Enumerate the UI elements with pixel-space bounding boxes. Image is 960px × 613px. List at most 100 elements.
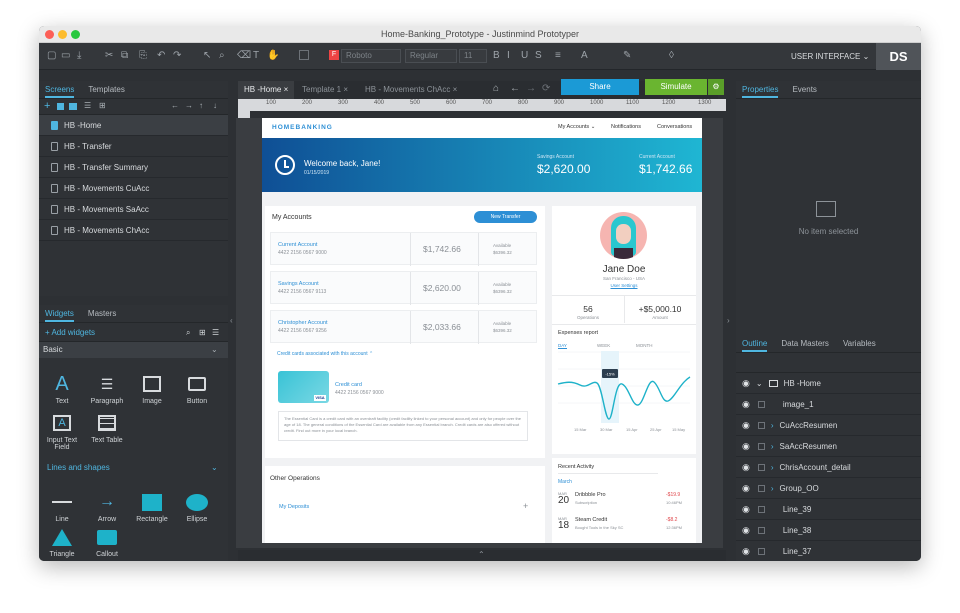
underline-icon[interactable]: U [521,50,528,62]
doc-tab-movements[interactable]: HB - Movements ChAcc × [363,81,463,99]
widget-line[interactable]: Line [42,491,82,523]
period-week-tab[interactable]: WEEK [597,343,610,348]
account-row[interactable]: Current Account 4422 2156 0567 9000 $1,7… [270,232,537,266]
tab-properties[interactable]: Properties [742,81,779,98]
eraser-icon[interactable]: ⌫ [237,50,251,62]
text-icon[interactable]: T [253,50,259,62]
outline-item[interactable]: ◉ › ChrisAccount_detail [736,457,921,478]
tab-variables[interactable]: Variables [843,335,876,352]
home-icon[interactable]: ⌂ [493,83,499,94]
widget-text[interactable]: A Text [42,373,82,406]
lock-checkbox[interactable] [757,484,765,492]
folder-icon[interactable] [69,103,77,110]
add-widgets-button[interactable]: + Add widgets [45,328,95,337]
font-size-select[interactable]: 11 [459,49,487,63]
lock-checkbox[interactable] [757,442,765,450]
account-row[interactable]: Savings Account 4422 2156 0567 9113 $2,6… [270,271,537,305]
user-avatar[interactable]: DS [876,43,921,70]
lock-checkbox[interactable] [757,547,765,555]
outline-item[interactable]: ◉ ⌄ HB -Home [736,373,921,394]
lock-checkbox[interactable] [757,421,765,429]
tab-screens[interactable]: Screens [45,81,75,98]
chevron-right-icon[interactable]: › [771,457,774,478]
widget-paragraph[interactable]: ☰ Paragraph [87,373,127,406]
font-weight-select[interactable]: Regular [405,49,457,63]
font-family-select[interactable]: Roboto [341,49,401,63]
new-transfer-button[interactable]: New Transfer [474,211,537,223]
refresh-icon[interactable]: ⟳ [542,83,550,94]
chevron-up-icon[interactable]: ⌃ [478,550,485,559]
grid-view-icon[interactable]: ⊞ [199,323,206,342]
italic-icon[interactable]: I [507,50,510,62]
tab-outline[interactable]: Outline [742,335,768,352]
eye-icon[interactable]: ◉ [742,499,750,520]
screen-item[interactable]: HB - Movements CuAcc [39,178,228,199]
bold-icon[interactable]: B [493,50,500,62]
tab-data-masters[interactable]: Data Masters [781,335,829,352]
my-deposits-link[interactable]: My Deposits [279,504,309,510]
widget-triangle[interactable]: Triangle [42,526,82,558]
back-icon[interactable]: ← [510,83,520,94]
widget-ellipse[interactable]: Ellipse [177,491,217,523]
opacity-icon[interactable]: ◊ [669,50,674,62]
undo-icon[interactable]: ↶ [157,50,165,62]
strike-icon[interactable]: S [535,50,542,62]
eye-icon[interactable]: ◉ [742,436,750,457]
lock-checkbox[interactable] [757,400,765,408]
eye-icon[interactable]: ◉ [742,394,750,415]
cut-icon[interactable]: ✂ [105,50,113,62]
eye-icon[interactable]: ◉ [742,415,750,436]
outline-item[interactable]: ◉ Line_37 [736,541,921,561]
add-screen-icon[interactable]: + [44,100,50,112]
copy-icon[interactable]: ⧉ [121,50,128,62]
simulate-button[interactable]: Simulate [645,79,707,95]
lock-checkbox[interactable] [757,463,765,471]
screen-item[interactable]: HB -Home [39,115,228,136]
arrow-left-icon[interactable]: ← [171,101,179,110]
widget-image[interactable]: Image [132,373,172,405]
pen-icon[interactable]: ✎ [623,50,631,62]
expand-plus-icon[interactable]: + [523,501,528,511]
collapse-left-icon[interactable]: ‹ [230,316,233,325]
close-window-button[interactable] [45,30,54,39]
mode-select[interactable]: USER INTERFACE ⌄ [791,43,871,70]
list-view-icon[interactable]: ☰ [212,323,219,342]
open-folder-icon[interactable]: ▭ [61,50,70,62]
share-button[interactable]: Share [561,79,639,95]
widget-button[interactable]: Button [177,373,217,405]
eye-icon[interactable]: ◉ [742,457,750,478]
nav-my-accounts[interactable]: My Accounts ⌄ [558,124,595,130]
tab-masters[interactable]: Masters [88,305,116,322]
outline-item[interactable]: ◉ image_1 [736,394,921,415]
collapse-right-icon[interactable]: › [727,316,730,325]
arrow-right-icon[interactable]: → [185,101,193,110]
outline-item[interactable]: ◉ Line_38 [736,520,921,541]
zoom-icon[interactable]: ⌕ [219,50,225,62]
nav-notifications[interactable]: Notifications [611,124,641,130]
paste-icon[interactable]: ⎘ [139,50,147,62]
group-basic[interactable]: Basic ⌄ [39,342,228,358]
tab-templates[interactable]: Templates [88,81,124,98]
lock-checkbox[interactable] [757,505,765,513]
eye-icon[interactable]: ◉ [742,520,750,541]
search-icon[interactable]: ⌕ [186,323,190,342]
maximize-window-button[interactable] [71,30,80,39]
cc-associated-toggle[interactable]: Credit cards associated with this accoun… [277,351,373,357]
group-lines-shapes[interactable]: Lines and shapes ⌄ [39,461,228,475]
pointer-icon[interactable]: ↖ [203,50,211,62]
tab-widgets[interactable]: Widgets [45,305,74,322]
font-color-icon[interactable]: A [581,50,588,62]
grid-view-icon[interactable]: ⊞ [99,101,106,110]
arrow-down-icon[interactable]: ↓ [213,101,217,110]
widget-callout[interactable]: Callout [87,526,127,558]
doc-tab-home[interactable]: HB -Home × [238,81,294,99]
chevron-right-icon[interactable]: › [771,436,774,457]
screen-item[interactable]: HB - Transfer Summary [39,157,228,178]
align-icon[interactable]: ≡ [555,50,561,62]
transaction-row[interactable]: MAR 18 Steam Credit Bought Tools in the … [558,516,688,536]
screen-item[interactable]: HB - Movements ChAcc [39,220,228,241]
account-row[interactable]: Christopher Account 4422 2156 0567 9256 … [270,310,537,344]
widget-text-table[interactable]: Text Table [87,412,127,444]
outline-item[interactable]: ◉ › CuAccResumen [736,415,921,436]
chevron-right-icon[interactable]: › [771,478,774,499]
